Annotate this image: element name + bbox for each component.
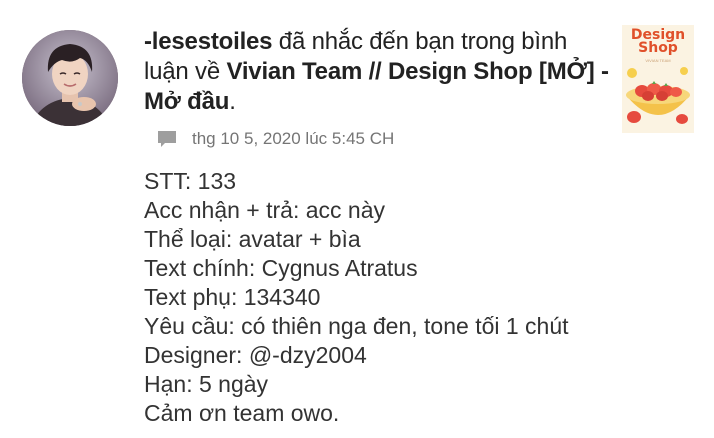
avatar[interactable]	[22, 30, 118, 126]
story-cover-strawberries-icon	[622, 65, 694, 133]
story-thumbnail[interactable]: Design Shop VIVIAN TEAM	[622, 25, 694, 133]
timestamp: thg 10 5, 2020 lúc 5:45 CH	[192, 129, 395, 148]
comment-line: Text phụ: 134340	[144, 284, 321, 310]
user-avatar-photo-icon	[22, 30, 118, 126]
notification-headline[interactable]: -lesestoiles đã nhắc đến bạn trong bình …	[144, 27, 614, 117]
headline-period: .	[229, 88, 236, 115]
actor-username[interactable]: -lesestoiles	[144, 28, 273, 55]
comment-line: Acc nhận + trả: acc này	[144, 197, 385, 223]
comment-line: Thể loại: avatar + bìa	[144, 226, 361, 252]
comment-line: Designer: @-dzy2004	[144, 342, 367, 368]
comment-line: STT: 133	[144, 168, 237, 194]
notification-item[interactable]: -lesestoiles đã nhắc đến bạn trong bình …	[0, 0, 714, 438]
comment-icon	[158, 131, 176, 147]
comment-line: Hạn: 5 ngày	[144, 371, 269, 397]
thumbnail-title: Design Shop	[630, 27, 686, 56]
comment-line: Cảm ơn team owo.	[144, 400, 340, 426]
thumbnail-subtitle: VIVIAN TEAM	[645, 58, 671, 63]
comment-line: Yêu cầu: có thiên nga đen, tone tối 1 ch…	[144, 313, 569, 339]
comment-line: Text chính: Cygnus Atratus	[144, 255, 418, 281]
comment-body: STT: 133 Acc nhận + trả: acc này Thể loạ…	[144, 167, 569, 428]
notification-meta: thg 10 5, 2020 lúc 5:45 CH	[156, 127, 394, 151]
